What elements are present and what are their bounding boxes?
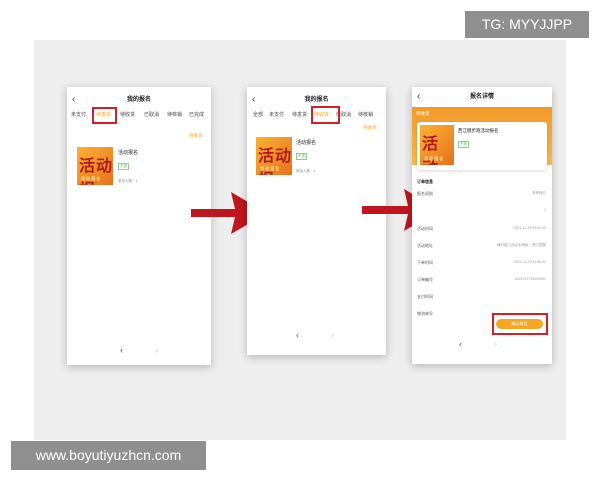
- tab-to-verify[interactable]: 待核销: [167, 111, 182, 118]
- tab-to-receive[interactable]: 待收货: [120, 111, 135, 118]
- section-title: 订单信息: [417, 179, 433, 184]
- event-thumbnail[interactable]: 活动报 活 动 报 名: [256, 137, 292, 175]
- row-value: 梅村镇三分区木桥街，西江群屋: [497, 243, 546, 247]
- tab-all[interactable]: 全部: [253, 111, 263, 118]
- bottom-nav: ‹ ›: [67, 345, 211, 359]
- tab-unpaid[interactable]: 未支付: [269, 111, 284, 118]
- bottom-nav: ‹ ›: [412, 339, 552, 353]
- back-icon[interactable]: ‹: [252, 91, 255, 109]
- nav-forward-icon[interactable]: ›: [155, 345, 158, 355]
- status-badge: 不退: [458, 141, 469, 148]
- tab-cancelled[interactable]: 已取消: [144, 111, 159, 118]
- event-title: 活动报名: [296, 140, 317, 146]
- row-label: 订单编号: [417, 277, 433, 282]
- header: ‹ 报名详情: [412, 88, 552, 106]
- row-label: 活动地址: [417, 243, 433, 248]
- participant-count: 参加人数：1: [296, 169, 316, 173]
- row-value: 2021-11-29 09:00:00: [513, 226, 546, 230]
- tab-to-verify[interactable]: 待核销: [358, 111, 373, 118]
- tab-to-ship[interactable]: 待发货: [292, 111, 307, 118]
- screen-signup-detail: ‹ 报名详情 待收货 活动报 活 动 报 名 西江健步跑活动报名 不退 订单信息…: [412, 87, 552, 364]
- row-label: 活动时间: [417, 226, 433, 231]
- tg-watermark: TG: MYYJJPP: [465, 11, 589, 38]
- header: ‹ 我的报名: [67, 91, 211, 109]
- highlight-box: [92, 107, 117, 124]
- nav-back-icon[interactable]: ‹: [120, 345, 123, 355]
- tab-completed[interactable]: 已完成: [189, 111, 204, 118]
- tab-unpaid[interactable]: 未支付: [71, 111, 86, 118]
- order-status: 待发货: [189, 133, 203, 138]
- back-icon[interactable]: ‹: [417, 88, 420, 106]
- bottom-nav: ‹ ›: [247, 330, 386, 344]
- status-badge: 不退: [296, 153, 307, 160]
- row-label: 报名须知: [417, 191, 433, 196]
- order-status: 待收货: [416, 111, 430, 116]
- event-thumbnail: 活动报 活 动 报 名: [420, 125, 454, 165]
- nav-back-icon[interactable]: ‹: [296, 330, 299, 340]
- row-label: 下单时间: [417, 260, 433, 265]
- site-watermark: www.boyutiyuzhcn.com: [11, 441, 206, 470]
- confirm-receipt-button[interactable]: 确认收货: [496, 319, 543, 329]
- page-title: 我的报名: [126, 97, 151, 103]
- status-badge: 不退: [118, 163, 129, 170]
- row-value: 1: [544, 208, 546, 212]
- page-title: 报名详情: [469, 94, 494, 100]
- page-title: 我的报名: [304, 97, 329, 103]
- participant-count: 参加人数：1: [118, 179, 138, 183]
- row-value: 2021-11-29 11:56:31: [514, 260, 546, 264]
- nav-back-icon[interactable]: ‹: [459, 339, 462, 349]
- event-title: 活动报名: [118, 150, 139, 156]
- row-label: 物流单号: [417, 311, 433, 316]
- row-value[interactable]: 参考指引: [532, 191, 546, 196]
- event-thumbnail[interactable]: 活动报 活 动 报 名: [77, 147, 113, 185]
- order-status: 待收货: [363, 125, 377, 130]
- tab-bar: 未支付 待发货 待收货 已取消 待核销 已完成: [67, 109, 211, 123]
- highlight-box: [311, 106, 340, 124]
- row-label: 支付时间: [417, 294, 433, 299]
- back-icon[interactable]: ‹: [72, 91, 75, 109]
- event-title: 西江健步跑活动报名: [458, 128, 499, 133]
- nav-forward-icon[interactable]: ›: [331, 330, 334, 340]
- nav-forward-icon[interactable]: ›: [494, 339, 497, 349]
- row-value: 2021072716254491: [514, 277, 546, 281]
